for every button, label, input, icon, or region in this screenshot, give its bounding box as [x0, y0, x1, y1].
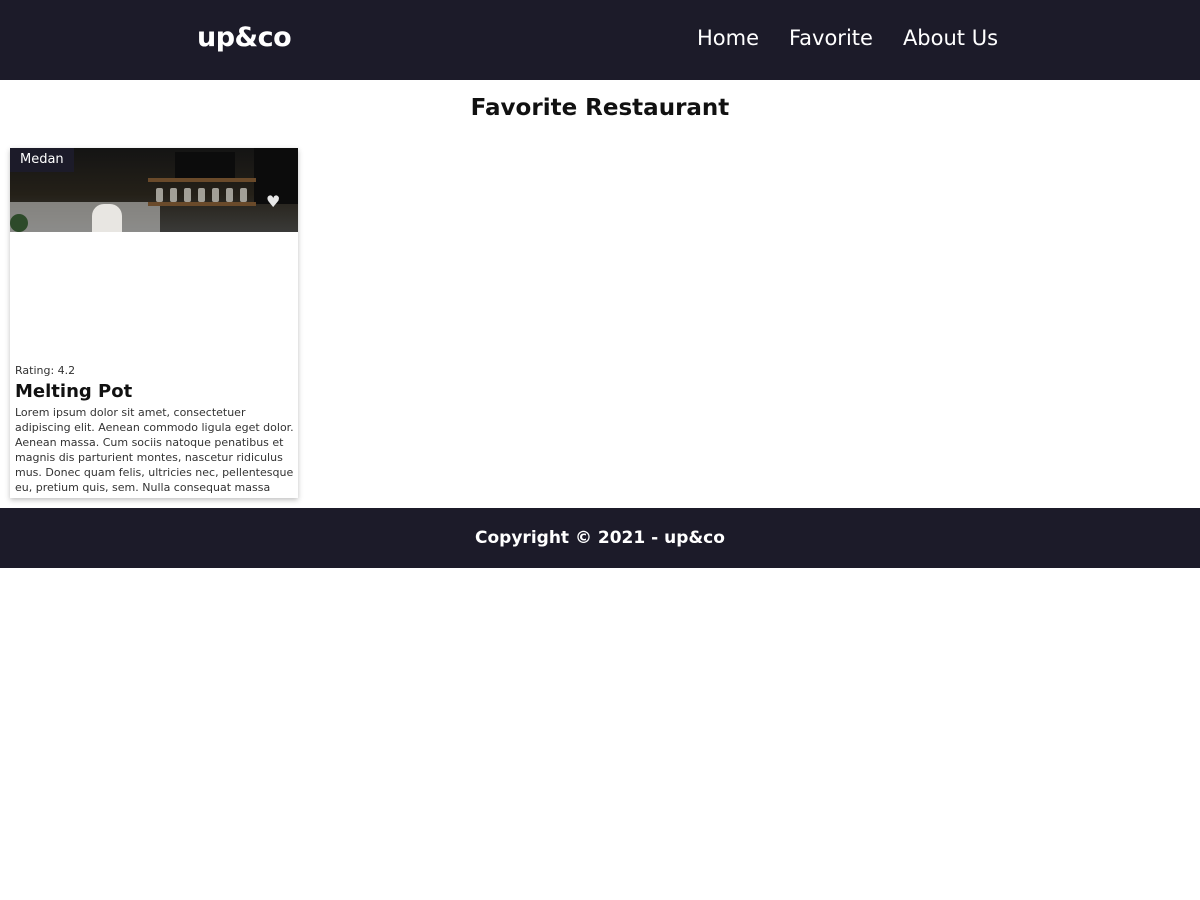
nav-home-link[interactable]: Home: [697, 26, 759, 50]
heart-icon: ♥: [266, 192, 281, 211]
nav-favorite-link[interactable]: Favorite: [789, 26, 873, 50]
app-header: up&co Home Favorite About Us: [0, 0, 1200, 80]
copyright-text: Copyright © 2021 - up&co: [475, 528, 725, 548]
restaurant-rating: Rating: 4.2: [15, 364, 76, 377]
site-logo[interactable]: up&co: [197, 22, 292, 53]
app-footer: Copyright © 2021 - up&co: [0, 508, 1200, 568]
main-nav: Home Favorite About Us: [697, 26, 998, 50]
restaurant-description: Lorem ipsum dolor sit amet, consectetuer…: [15, 406, 294, 493]
nav-about-us-link[interactable]: About Us: [903, 26, 998, 50]
page-title: Favorite Restaurant: [470, 95, 730, 121]
city-badge: Medan: [10, 148, 74, 172]
restaurant-image: ♥ Medan: [10, 148, 298, 232]
restaurant-card[interactable]: ♥ Medan Rating: 4.2 Melting Pot Lorem ip…: [10, 148, 298, 498]
restaurant-name[interactable]: Melting Pot: [15, 381, 132, 402]
